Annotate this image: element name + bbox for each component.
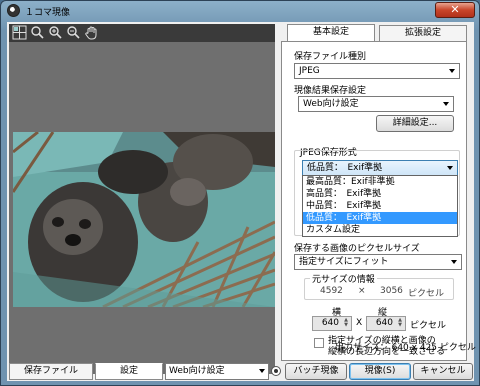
tab-extended-settings[interactable]: 拡張設定	[379, 25, 467, 41]
dropdown-option[interactable]: 最高品質：Exif非準拠	[303, 176, 457, 188]
chevron-down-icon	[443, 102, 449, 106]
original-height-value: 3056	[380, 286, 403, 296]
title-bar[interactable]: １コマ現像 ✕	[1, 1, 479, 21]
height-value: 640	[375, 318, 393, 328]
cancel-button[interactable]: キャンセル	[413, 363, 473, 380]
window-title: １コマ現像	[25, 8, 71, 18]
zoom-out-icon[interactable]	[66, 25, 81, 40]
chevron-down-icon	[449, 69, 455, 73]
hand-icon[interactable]	[84, 25, 99, 40]
output-size: 出力サイズ： 640 x 425 ピクセル	[335, 343, 476, 353]
dropdown-option[interactable]: 高品質： Exif準拠	[303, 188, 457, 200]
original-size-unit: ピクセル	[408, 289, 445, 299]
original-width-value: 4592	[320, 286, 343, 296]
dropdown-option[interactable]: 中品質： Exif準拠	[303, 200, 457, 212]
tab-settings[interactable]: 設定	[95, 363, 163, 380]
jpeg-format-value: 低品質： Exif準拠	[307, 163, 383, 173]
jpeg-format-dropdown: 最高品質：Exif非準拠 高品質： Exif準拠 中品質： Exif準拠 低品質…	[302, 175, 458, 237]
zoom-in-icon[interactable]	[48, 25, 63, 40]
zoom-icon[interactable]	[30, 25, 45, 40]
result-save-label: 現像結果保存設定	[294, 86, 367, 96]
preset-radio[interactable]	[271, 366, 281, 376]
chevron-down-icon	[451, 260, 457, 264]
dialog-client: 基本設定 拡張設定 保存ファイル種別 JPEG 現像結果保存設定 Web向け設定…	[7, 22, 476, 381]
preset-value: Web向け設定	[169, 366, 225, 376]
file-type-value: JPEG	[299, 66, 320, 76]
file-type-select[interactable]: JPEG	[294, 63, 460, 79]
times-sign: ×	[358, 286, 366, 296]
jpeg-format-select[interactable]: 低品質： Exif準拠	[302, 160, 458, 176]
size-unit: ピクセル	[410, 321, 447, 331]
spinner-arrows-icon[interactable]: ▲ ▼	[342, 318, 350, 329]
width-value: 640	[321, 318, 339, 328]
settings-panel: 保存ファイル種別 JPEG 現像結果保存設定 Web向け設定 詳細設定... J…	[281, 41, 467, 361]
app-window: １コマ現像 ✕ 基本設定 拡張設定 保存ファイル種別 JPEG 現像結果保存設定…	[0, 0, 480, 386]
preview-photo	[13, 132, 275, 307]
image-preview-area[interactable]	[9, 42, 275, 374]
dimension-separator: X	[356, 318, 363, 328]
dropdown-option[interactable]: カスタム設定	[303, 224, 457, 236]
grid-icon[interactable]	[12, 25, 27, 40]
result-save-select[interactable]: Web向け設定	[298, 96, 454, 112]
tab-basic-settings[interactable]: 基本設定	[287, 24, 375, 42]
height-stepper[interactable]: 640 ▲ ▼	[366, 316, 406, 331]
preview-toolbar	[9, 24, 275, 42]
bottom-bar: 保存ファイル 設定 Web向け設定 バッチ現像 現像(S) キャンセル	[7, 361, 474, 381]
original-size-label: 元サイズの情報	[310, 272, 377, 285]
pixel-size-select[interactable]: 指定サイズにフィット	[294, 254, 462, 270]
dropdown-option-selected[interactable]: 低品質： Exif準拠	[303, 212, 457, 224]
details-button[interactable]: 詳細設定...	[376, 115, 454, 132]
app-icon	[7, 4, 20, 17]
close-button[interactable]: ✕	[435, 2, 475, 18]
pixel-size-value: 指定サイズにフィット	[299, 257, 389, 267]
chevron-down-icon	[259, 369, 265, 373]
result-save-value: Web向け設定	[303, 99, 359, 109]
aspect-match-checkbox[interactable]	[314, 338, 324, 348]
develop-button[interactable]: 現像(S)	[349, 363, 411, 380]
file-type-label: 保存ファイル種別	[294, 52, 367, 62]
batch-develop-button[interactable]: バッチ現像	[285, 363, 347, 380]
width-stepper[interactable]: 640 ▲ ▼	[312, 316, 352, 331]
tab-save-file[interactable]: 保存ファイル	[9, 363, 93, 380]
spinner-arrows-icon[interactable]: ▲ ▼	[396, 318, 404, 329]
preset-select[interactable]: Web向け設定	[165, 363, 269, 380]
chevron-down-icon	[447, 166, 453, 170]
pixel-size-label: 保存する画像のピクセルサイズ	[294, 244, 420, 254]
